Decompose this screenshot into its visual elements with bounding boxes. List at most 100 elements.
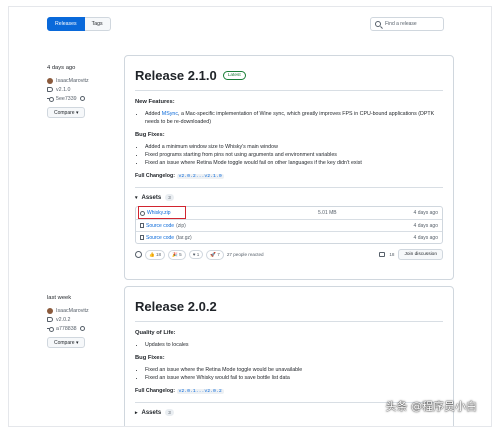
asset-date: 4 days ago <box>413 222 438 229</box>
asset-date: 4 days ago <box>413 234 438 241</box>
release-meta: 4 days ago IsaacMarovitz v2.1.0 5ee7339 … <box>47 65 89 118</box>
tab-tags[interactable]: Tags <box>84 17 111 31</box>
commit-icon <box>47 326 54 332</box>
msync-link[interactable]: MSync <box>162 111 178 117</box>
tag-link[interactable]: v2.0.2 <box>56 317 70 323</box>
add-reaction-icon[interactable] <box>135 251 142 258</box>
asset-name: Source code <box>146 234 175 241</box>
release-title[interactable]: Release 2.1.0 <box>135 68 217 83</box>
author-link[interactable]: IsaacMarovitz <box>56 308 89 314</box>
chevron-down-icon: ▾ <box>75 340 79 346</box>
list-item: Added MSync, a Mac-specific implementati… <box>145 110 443 126</box>
page-frame: Releases Tags Find a release 4 days ago … <box>8 6 492 427</box>
author-link[interactable]: IsaacMarovitz <box>56 78 89 84</box>
assets-count: 3 <box>165 409 174 416</box>
asset-ext: (tar.gz) <box>176 234 192 241</box>
search-icon <box>375 21 381 27</box>
asset-ext: (zip) <box>176 222 186 229</box>
list-item: Fixed an issue where Whisky would fail t… <box>145 374 443 382</box>
feature-prefix: Added <box>145 111 162 117</box>
reaction-heart[interactable]: ♥ 1 <box>188 250 204 259</box>
assets-table: Whisky.zip 5.01 MB 4 days ago Source cod… <box>135 206 443 244</box>
changelog-link[interactable]: v2.0.1...v2.0.2 <box>176 389 224 394</box>
release-card: Release 2.1.0 Latest New Features: Added… <box>124 55 454 280</box>
list-item: Fixed an issue where the Retina Mode tog… <box>145 366 443 374</box>
file-zip-icon <box>140 223 144 228</box>
compare-label: Compare <box>54 340 75 346</box>
reaction-count: 18 <box>156 251 162 257</box>
reaction-hooray[interactable]: 🎉 5 <box>168 249 186 260</box>
reactions-bar: 👍 18 🎉 5 ♥ 1 🚀 7 27 people reacted 18 Jo… <box>135 249 443 260</box>
changelog-label: Full Changelog: <box>135 388 176 394</box>
discussion-area: 18 Join discussion <box>379 249 443 260</box>
release-time: last week <box>47 295 72 301</box>
tag-link[interactable]: v2.1.0 <box>56 87 70 93</box>
reaction-thumbs-up[interactable]: 👍 18 <box>145 249 166 260</box>
latest-badge: Latest <box>222 71 246 80</box>
compare-button[interactable]: Compare ▾ <box>47 337 86 348</box>
watermark: 头条 @程序员小白 <box>385 400 478 413</box>
fixes-list: Added a minimum window size to Whisky's … <box>135 143 443 167</box>
asset-size: 5.01 MB <box>318 210 337 216</box>
commit-link[interactable]: a778838 <box>56 326 77 332</box>
release-time: 4 days ago <box>47 65 76 71</box>
changelog-row: Full Changelog: v2.0.2...v2.1.0 <box>135 173 443 179</box>
comment-count: 18 <box>389 252 395 257</box>
features-list: Added MSync, a Mac-specific implementati… <box>135 110 443 126</box>
commit-icon <box>47 96 54 102</box>
release-meta: last week IsaacMarovitz v2.0.2 a778838 C… <box>47 295 89 348</box>
section-heading: Bug Fixes: <box>135 132 165 138</box>
release-title[interactable]: Release 2.0.2 <box>135 299 217 314</box>
asset-row: Source code (zip) 4 days ago <box>136 219 442 231</box>
highlight-box <box>138 206 186 219</box>
reaction-rocket[interactable]: 🚀 7 <box>206 249 224 260</box>
join-discussion-button[interactable]: Join discussion <box>398 249 443 260</box>
assets-label: Assets <box>141 409 162 416</box>
compare-label: Compare <box>54 110 75 116</box>
divider <box>135 90 443 91</box>
reaction-count: 5 <box>179 251 182 257</box>
reaction-count: 7 <box>217 251 220 257</box>
feature-text: , a Mac-specific implementation of Wine … <box>145 111 435 125</box>
reaction-summary: 27 people reacted <box>226 252 264 257</box>
find-release-placeholder: Find a release <box>385 21 417 27</box>
changelog-label: Full Changelog: <box>135 173 176 179</box>
comment-icon <box>379 252 386 257</box>
qol-list: Updates to locales <box>135 341 443 349</box>
asset-date: 4 days ago <box>413 210 438 216</box>
fixes-list: Fixed an issue where the Retina Mode tog… <box>135 366 443 382</box>
file-zip-icon <box>140 235 144 240</box>
release-title-row: Release 2.1.0 Latest <box>135 68 443 83</box>
chevron-down-icon: ▾ <box>75 110 79 116</box>
assets-label: Assets <box>141 194 162 201</box>
changelog-row: Full Changelog: v2.0.1...v2.0.2 <box>135 388 443 394</box>
asset-row: Source code (tar.gz) 4 days ago <box>136 231 442 243</box>
avatar <box>47 77 53 84</box>
assets-toggle[interactable]: ▾ Assets 3 <box>135 194 443 201</box>
assets-count: 3 <box>165 194 174 201</box>
tag-icon <box>47 87 53 92</box>
caret-right-icon: ▸ <box>135 409 138 416</box>
compare-button[interactable]: Compare ▾ <box>47 107 86 118</box>
list-item: Updates to locales <box>145 341 443 349</box>
caret-down-icon: ▾ <box>135 194 138 201</box>
changelog-link[interactable]: v2.0.2...v2.1.0 <box>176 174 224 179</box>
avatar <box>47 307 53 314</box>
reaction-count: 1 <box>196 252 200 257</box>
divider <box>135 187 443 188</box>
asset-name: Source code <box>146 222 175 229</box>
tab-releases[interactable]: Releases <box>47 17 85 31</box>
release-title-row: Release 2.0.2 <box>135 299 443 314</box>
release-tabs: Releases Tags <box>47 17 111 31</box>
list-item: Fixed an issue where Retina Mode toggle … <box>145 159 443 167</box>
tag-icon <box>47 317 53 322</box>
verified-icon <box>79 96 85 101</box>
find-release-input[interactable]: Find a release <box>370 17 444 31</box>
section-heading: Quality of Life: <box>135 330 176 336</box>
section-heading: Bug Fixes: <box>135 355 165 361</box>
asset-link[interactable]: Source code (tar.gz) <box>140 235 318 241</box>
asset-row: Whisky.zip 5.01 MB 4 days ago <box>136 206 442 219</box>
asset-link[interactable]: Source code (zip) <box>140 223 318 229</box>
commit-link[interactable]: 5ee7339 <box>56 96 77 102</box>
list-item: Added a minimum window size to Whisky's … <box>145 143 443 151</box>
